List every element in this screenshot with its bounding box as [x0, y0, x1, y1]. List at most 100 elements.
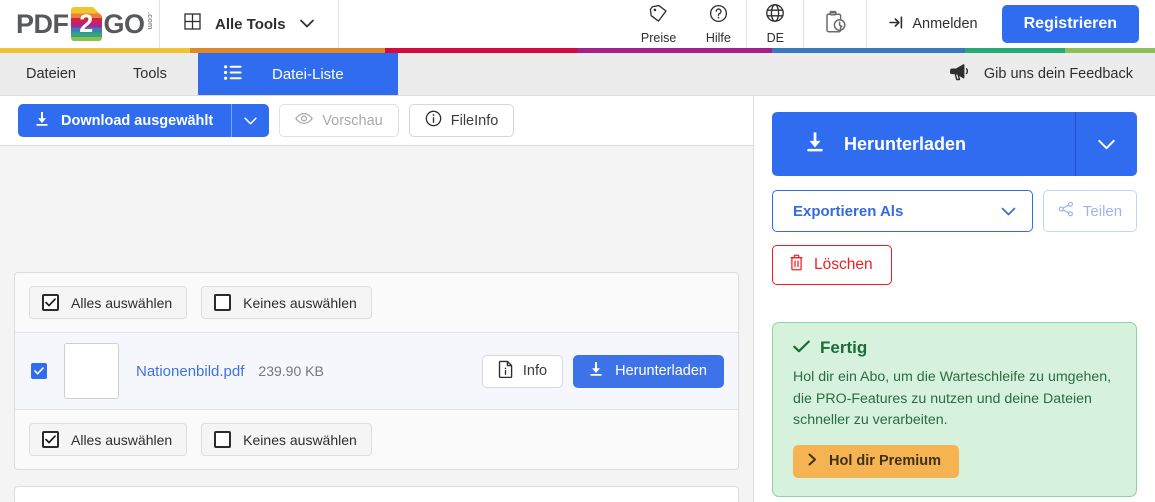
header-item-label: Hilfe [705, 30, 731, 45]
main-toolbar: Download ausgewählt Vorschau FileInfo [0, 96, 753, 146]
feedback-button[interactable]: Gib uns dein Feedback [928, 53, 1155, 95]
table-row[interactable]: Nationenbild.pdf 239.90 KB Info Herunter… [15, 332, 738, 410]
tab-dateien[interactable]: Dateien [0, 53, 102, 95]
tab-label: Datei-Liste [271, 65, 344, 83]
file-list-card: Alles auswählen Keines auswählen Natione… [14, 272, 739, 470]
select-none-label: Keines auswählen [243, 294, 357, 311]
checkbox-checked-icon [42, 294, 59, 311]
select-none-label: Keines auswählen [243, 431, 357, 448]
megaphone-icon [949, 63, 971, 85]
feedback-label: Gib uns dein Feedback [983, 66, 1133, 82]
sidebar-download-button[interactable]: Herunterladen [772, 112, 1137, 176]
checkbox-checked-icon [42, 431, 59, 448]
sidebar-download-main[interactable]: Herunterladen [772, 112, 1075, 176]
top-header: PDF 2 GO .com Alle Tools Preise Hilfe DE… [0, 0, 1155, 48]
header-item-preise[interactable]: Preise [627, 0, 690, 48]
list-icon [223, 64, 242, 84]
delete-button[interactable]: Löschen [772, 245, 892, 285]
delete-label: Löschen [814, 256, 873, 273]
select-all-button-bottom[interactable]: Alles auswählen [29, 423, 188, 456]
all-tools-menu[interactable]: Alle Tools [160, 0, 339, 48]
logo-badge: 2 [70, 7, 102, 41]
preview-label: Vorschau [322, 112, 383, 129]
page-body: Download ausgewählt Vorschau FileInfo Al… [0, 96, 1155, 502]
export-as-label: Exportieren Als [793, 202, 904, 220]
fileinfo-label: FileInfo [450, 112, 499, 129]
sidebar-actions-row: Exportieren Als Teilen [772, 190, 1137, 232]
preview-button[interactable]: Vorschau [279, 104, 399, 137]
info-circle-icon [425, 110, 442, 131]
download-selected-label: Download ausgewählt [61, 112, 214, 129]
file-download-label: Herunterladen [615, 363, 707, 379]
logo-text-pdf: PDF [16, 8, 69, 39]
sidebar-download-caret[interactable] [1075, 112, 1137, 176]
file-list-scroll: Alles auswählen Keines auswählen Natione… [0, 146, 753, 502]
header-item-label: Preise [640, 30, 677, 45]
select-row-bottom: Alles auswählen Keines auswählen [15, 410, 738, 469]
tab-tools[interactable]: Tools [102, 53, 198, 95]
sidebar-panel: Herunterladen Exportieren Als Teilen Lös… [753, 96, 1155, 502]
select-all-button-top[interactable]: Alles auswählen [29, 286, 188, 319]
file-info-button[interactable]: Info [481, 354, 564, 388]
grid-icon [184, 13, 201, 35]
checkbox-unchecked-icon [214, 431, 232, 448]
chevron-down-icon [1001, 203, 1016, 220]
select-all-label: Alles auswählen [71, 294, 173, 311]
sign-in-label: Anmelden [912, 16, 978, 32]
login-arrow-icon [889, 15, 905, 34]
header-item-hilfe[interactable]: Hilfe [690, 0, 746, 48]
status-notice-card: Fertig Hol dir ein Abo, um die Warteschl… [772, 322, 1137, 497]
question-circle-icon [709, 4, 728, 28]
file-name-link[interactable]: Nationenbild.pdf [136, 363, 244, 380]
register-button[interactable]: Registrieren [1001, 5, 1139, 43]
checkbox-unchecked-icon [214, 294, 232, 311]
download-selected-button[interactable]: Download ausgewählt [18, 104, 270, 137]
file-download-button[interactable]: Herunterladen [573, 354, 724, 388]
file-list-top-spacer [14, 156, 739, 272]
tab-label: Dateien [26, 66, 76, 82]
select-none-button-bottom[interactable]: Keines auswählen [201, 423, 372, 456]
trash-icon [789, 254, 804, 276]
globe-icon [765, 3, 785, 28]
share-label: Teilen [1082, 202, 1123, 220]
share-nodes-icon [1058, 201, 1074, 221]
file-checkbox[interactable] [31, 363, 47, 379]
tab-label: Tools [133, 66, 167, 82]
download-icon [804, 131, 826, 158]
sidebar-download-label: Herunterladen [844, 133, 967, 154]
status-text: Hol dir ein Abo, um die Warteschleife zu… [793, 369, 1112, 429]
chevron-down-icon [299, 15, 314, 33]
download-selected-main[interactable]: Download ausgewählt [18, 104, 231, 137]
logo-text-go: GO [103, 8, 146, 39]
check-icon [793, 338, 810, 358]
header-item-language[interactable]: DE [747, 0, 803, 48]
get-premium-label: Hol dir Premium [829, 453, 941, 470]
main-panel: Download ausgewählt Vorschau FileInfo Al… [0, 96, 753, 502]
logo-domain: .com [146, 12, 156, 30]
get-premium-button[interactable]: Hol dir Premium [793, 444, 959, 478]
share-button[interactable]: Teilen [1043, 190, 1137, 232]
all-tools-label: Alle Tools [215, 15, 286, 33]
download-icon [588, 361, 604, 381]
tab-bar-spacer [398, 53, 928, 95]
status-badge: Fertig [793, 338, 1116, 358]
price-tag-icon [649, 4, 668, 28]
file-info-icon [498, 360, 514, 382]
select-none-button-top[interactable]: Keines auswählen [201, 286, 372, 319]
file-size-label: 239.90 KB [258, 363, 324, 379]
secondary-card [14, 486, 739, 502]
select-row-top: Alles auswählen Keines auswählen [15, 273, 738, 332]
file-info-label: Info [522, 363, 548, 379]
site-logo[interactable]: PDF 2 GO .com [0, 0, 160, 48]
download-icon [34, 111, 50, 131]
logo-badge-number: 2 [79, 9, 93, 38]
language-label: DE [766, 31, 785, 45]
download-selected-caret[interactable] [231, 104, 269, 137]
tab-datei-liste[interactable]: Datei-Liste [197, 53, 398, 95]
select-all-label: Alles auswählen [71, 431, 173, 448]
export-as-dropdown[interactable]: Exportieren Als [772, 190, 1033, 232]
tab-bar: Dateien Tools Datei-Liste Gib uns dein F… [0, 53, 1155, 96]
history-button[interactable] [804, 0, 866, 48]
sign-in-button[interactable]: Anmelden [867, 0, 997, 48]
fileinfo-button[interactable]: FileInfo [408, 104, 515, 137]
